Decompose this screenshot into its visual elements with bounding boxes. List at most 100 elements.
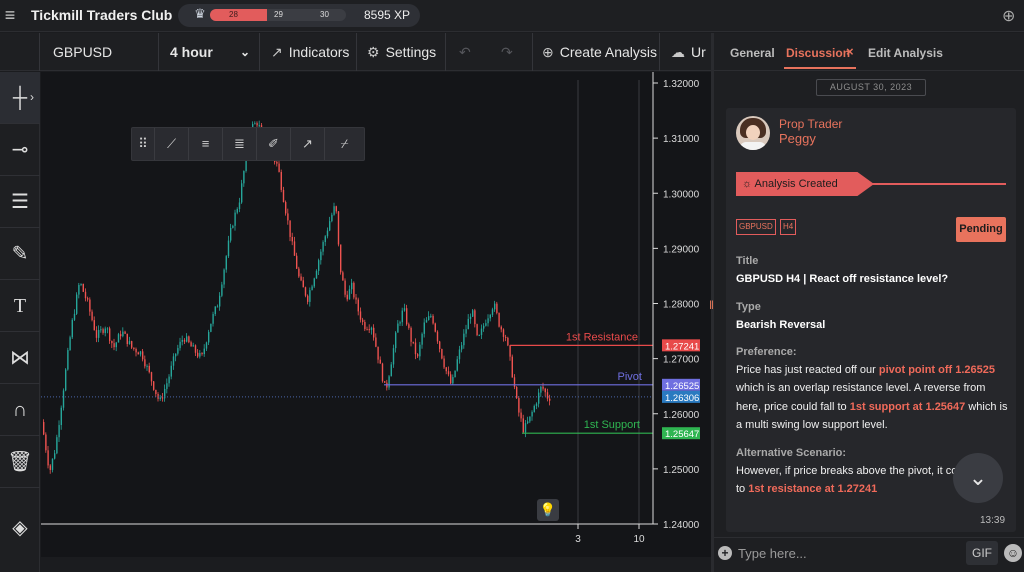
candle-body: [439, 341, 441, 350]
brush-icon[interactable]: ✐: [256, 128, 290, 160]
price-tick-label: 1.25000: [663, 465, 700, 476]
create-analysis-button[interactable]: ⊕ Create Analysis: [534, 33, 660, 71]
candle-body: [483, 325, 485, 329]
drag-handle-icon[interactable]: ⠿: [132, 128, 154, 160]
tab-discussion[interactable]: Discussion: [786, 46, 850, 60]
candle-body: [219, 295, 221, 307]
indicators-button[interactable]: ↗ Indicators: [261, 33, 357, 71]
candle-body: [194, 345, 197, 353]
settings-button[interactable]: ⚙ Settings: [358, 33, 446, 71]
candle-body: [419, 344, 421, 357]
tab-general[interactable]: General: [730, 46, 775, 60]
message-input[interactable]: [738, 542, 958, 564]
plus-circle-icon: ⊕: [542, 44, 554, 60]
timeframe-dropdown[interactable]: 4 hour ⌄: [160, 33, 260, 71]
author-name[interactable]: Peggy: [779, 131, 816, 146]
pattern-tool[interactable]: ⋈: [0, 332, 40, 384]
horizontal-ray-tool[interactable]: ⊸: [0, 124, 40, 176]
emoji-icon[interactable]: ☺: [1004, 544, 1022, 562]
eraser-icon[interactable]: ⌿: [324, 128, 364, 160]
candle-body: [408, 324, 410, 328]
candle-body: [69, 337, 71, 351]
candle-body: [329, 221, 331, 231]
upload-button[interactable]: ☁ Ur: [661, 33, 712, 71]
layers-tool[interactable]: ◈: [0, 502, 40, 554]
candle-body: [139, 351, 142, 355]
brush-tool[interactable]: ✎: [0, 228, 40, 280]
add-attachment-icon[interactable]: +: [718, 546, 732, 560]
indicators-label: Indicators: [288, 44, 350, 60]
parallel-channel-icon[interactable]: ≡: [188, 128, 222, 160]
scroll-down-button[interactable]: ⌄: [953, 453, 1003, 503]
pivot-highlight: pivot point off 1.26525: [878, 364, 996, 376]
candle-body: [351, 282, 353, 290]
candle-body: [188, 336, 190, 343]
chevron-right-icon[interactable]: ›: [30, 90, 34, 104]
candle-body: [285, 202, 287, 214]
delete-tool[interactable]: 🗑: [0, 436, 40, 488]
candle-body: [142, 351, 144, 360]
redo-button[interactable]: ↷: [487, 33, 533, 71]
globe-icon[interactable]: ⊕: [1002, 6, 1020, 25]
active-tab-indicator: [784, 67, 856, 69]
candle-body: [135, 348, 137, 353]
candle-body: [346, 294, 348, 300]
candle-body: [54, 453, 56, 459]
candle-body: [210, 323, 212, 332]
crosshair-tool[interactable]: ┼: [0, 72, 40, 124]
candle-body: [410, 327, 412, 342]
candle-body: [183, 339, 186, 342]
candle-body: [232, 225, 234, 228]
candle-body: [540, 386, 542, 393]
message-timestamp: 13:39: [980, 515, 1006, 526]
date-separator: AUGUST 30, 2023: [816, 79, 926, 96]
gif-button[interactable]: GIF: [966, 541, 998, 565]
idea-bulb-icon[interactable]: 💡: [537, 499, 559, 521]
candle-body: [392, 348, 395, 365]
current-price-label: 1.26306: [665, 393, 699, 404]
preference-text: Price has just reacted off our pivot poi…: [736, 361, 1008, 434]
fib-retracement-icon[interactable]: ≣: [222, 128, 256, 160]
candle-body: [133, 347, 135, 349]
top-bar: ≡ Tickmill Traders Club ♛ 28 29 30 8595 …: [0, 0, 1024, 32]
candle-body: [322, 242, 324, 252]
menu-icon[interactable]: ≡: [0, 6, 20, 24]
candle-body: [500, 326, 502, 330]
candle-body: [159, 397, 161, 399]
candle-body: [384, 381, 386, 383]
candle-body: [168, 376, 170, 384]
fib-lines-tool[interactable]: ☰: [0, 176, 40, 228]
close-tab-icon[interactable]: ×: [846, 44, 854, 59]
candle-body: [67, 350, 69, 370]
candle-body: [166, 383, 168, 389]
candle-body: [276, 161, 278, 164]
candle-body: [58, 425, 60, 438]
magnet-tool[interactable]: ∩: [0, 384, 40, 436]
tab-edit-analysis[interactable]: Edit Analysis: [868, 46, 943, 60]
candle-body: [223, 269, 225, 285]
candle-body: [518, 398, 520, 413]
undo-button[interactable]: ↶: [447, 33, 487, 71]
candle-body: [423, 322, 425, 334]
candle-body: [549, 398, 551, 401]
candle-body: [474, 310, 476, 325]
text-tool[interactable]: T: [0, 280, 40, 332]
candle-body: [395, 332, 397, 349]
candle-body: [241, 183, 243, 203]
app-title: Tickmill Traders Club: [31, 7, 173, 23]
candle-body: [56, 437, 58, 454]
trend-line-icon[interactable]: ⟋: [154, 128, 188, 160]
symbol-selector[interactable]: GBPUSD: [41, 33, 159, 71]
type-value: Bearish Reversal: [736, 319, 826, 331]
avatar-shirt: [740, 142, 766, 150]
candle-body: [357, 299, 359, 312]
candle-body: [175, 353, 177, 357]
candle-body: [509, 345, 511, 357]
candle-body: [179, 341, 181, 349]
candle-body: [298, 268, 300, 277]
candle-body: [450, 374, 452, 384]
ray-icon[interactable]: ↗: [290, 128, 324, 160]
candle-body: [109, 328, 111, 341]
candle-body: [278, 163, 280, 172]
candle-body: [62, 390, 65, 408]
